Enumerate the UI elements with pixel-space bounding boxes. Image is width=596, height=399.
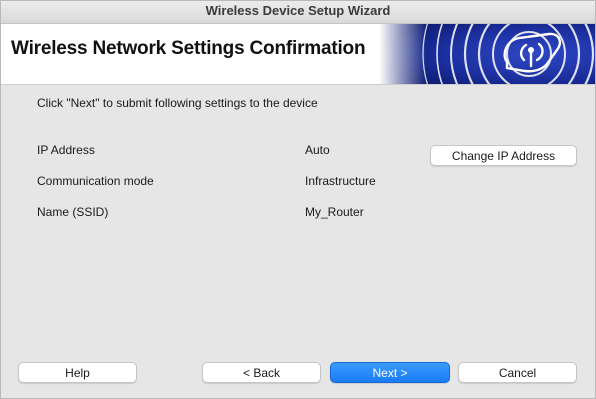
instruction-text: Click "Next" to submit following setting…: [37, 96, 318, 110]
settings-panel: Click "Next" to submit following setting…: [1, 85, 595, 398]
ip-address-label: IP Address: [37, 143, 95, 157]
next-button[interactable]: Next >: [330, 362, 450, 383]
wireless-signal-icon: [379, 24, 595, 84]
wizard-window: Wireless Device Setup Wizard Wireless Ne…: [0, 0, 596, 399]
communication-mode-value: Infrastructure: [305, 174, 376, 188]
back-button[interactable]: < Back: [202, 362, 321, 383]
page-title: Wireless Network Settings Confirmation: [11, 38, 366, 59]
cancel-button[interactable]: Cancel: [458, 362, 577, 383]
help-button[interactable]: Help: [18, 362, 137, 383]
ssid-label: Name (SSID): [37, 205, 109, 219]
ip-address-value: Auto: [305, 143, 330, 157]
communication-mode-label: Communication mode: [37, 174, 154, 188]
window-title: Wireless Device Setup Wizard: [205, 3, 391, 18]
header-banner: Wireless Network Settings Confirmation: [1, 24, 595, 85]
title-bar[interactable]: Wireless Device Setup Wizard: [1, 1, 595, 24]
ssid-value: My_Router: [305, 205, 364, 219]
change-ip-address-button[interactable]: Change IP Address: [430, 145, 577, 166]
